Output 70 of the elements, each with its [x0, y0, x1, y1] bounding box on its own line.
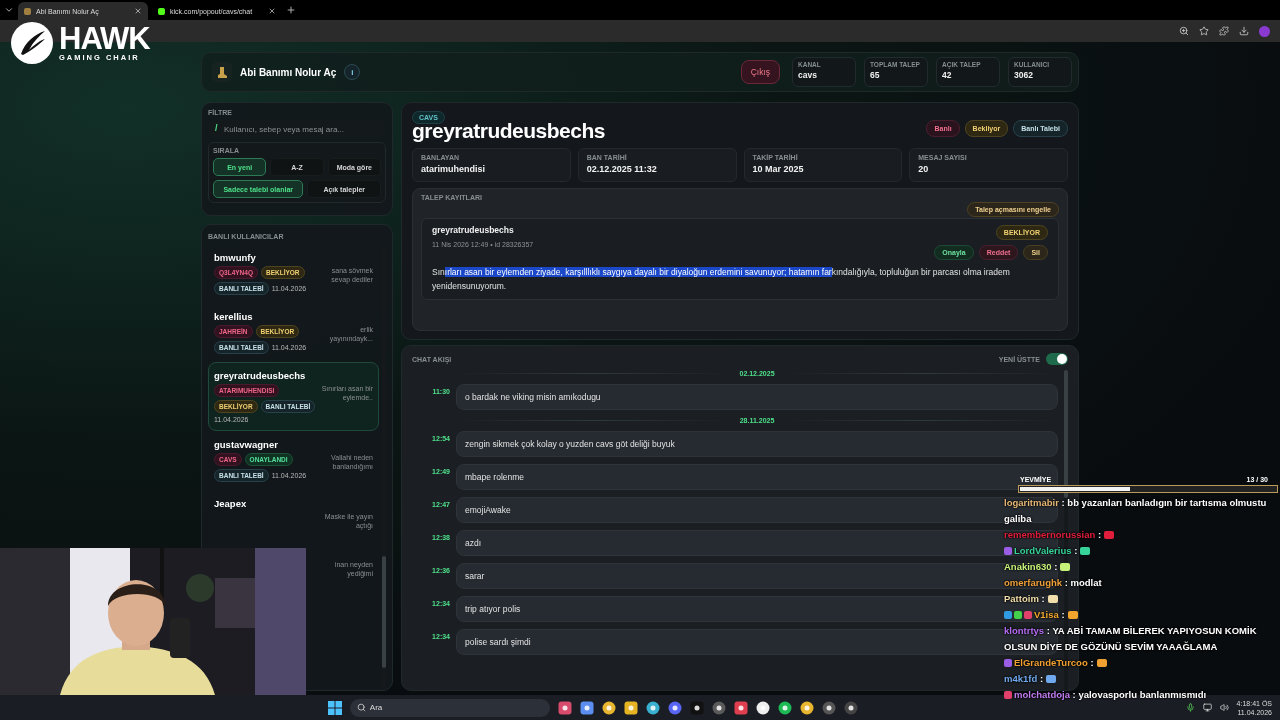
user-name[interactable]: Jeapex [214, 498, 318, 509]
monitor-icon[interactable] [1202, 703, 1212, 712]
stream-chat-message: ElGrandeTurcoo : [1004, 655, 1278, 671]
stream-chat-message: LordValerius : [1004, 543, 1278, 559]
emote-icon [1104, 531, 1115, 539]
photo-app-icon[interactable] [557, 700, 572, 715]
stat-value: 3062 [1014, 70, 1034, 80]
info-value: atarimuhendisi [421, 164, 486, 174]
microphone-icon[interactable] [1185, 703, 1195, 712]
app-icon[interactable] [843, 700, 858, 715]
taskbar-search-field[interactable]: Ara [349, 698, 550, 717]
info-value: 20 [918, 164, 930, 174]
zoom-icon[interactable] [1179, 26, 1189, 36]
app-icon[interactable] [645, 700, 660, 715]
app-icon[interactable] [755, 700, 770, 715]
app-icon[interactable] [689, 700, 704, 715]
request-user: greyratrudeusbechs [432, 225, 515, 235]
stream-chat-message: Pattoim : [1004, 591, 1278, 607]
speaker-icon[interactable] [1219, 703, 1229, 712]
stream-chat-message: remembernorussian : [1004, 527, 1278, 543]
star-icon[interactable] [1199, 26, 1209, 36]
tab-list-icon[interactable] [4, 5, 14, 15]
emote-icon [1046, 675, 1057, 683]
app-icon[interactable] [821, 700, 836, 715]
stat-value: cavs [798, 70, 818, 80]
profile-icon[interactable] [1259, 25, 1270, 37]
app-icon[interactable] [733, 700, 748, 715]
info-button[interactable]: i [344, 64, 361, 80]
search-icon [356, 702, 366, 712]
stream-chat-message: omerfarughk : modlat [1004, 576, 1103, 590]
browser-icon[interactable] [799, 700, 814, 715]
feather-logo-icon [11, 22, 53, 64]
emote-icon [1047, 595, 1058, 603]
info-value: 10 Mar 2025 [752, 164, 805, 174]
search-prefix: / [215, 123, 218, 133]
windows-start-icon[interactable] [327, 700, 342, 715]
user-name[interactable]: bmwunfy [214, 252, 318, 263]
app-title: Abi Banımı Nolur Aç [240, 66, 337, 78]
info-value: 02.12.2025 11:32 [586, 164, 658, 174]
stream-chat-message: logaritmabir : bb yazanları banladıgın bir tartısma olmustu galiba [1004, 496, 1268, 526]
close-icon[interactable] [134, 7, 142, 15]
newest-first-switch[interactable] [1046, 353, 1068, 365]
new-tab-icon[interactable] [286, 5, 296, 15]
chat-app-icon[interactable] [667, 700, 682, 715]
chat-message: zengin sikmek çok kolay o yuzden cavs göt deliği buyuk [456, 431, 1058, 457]
logo-title: HAWK [59, 24, 150, 53]
emote-icon [1096, 659, 1107, 667]
stat-value: 65 [870, 70, 881, 80]
stream-chat-message: m4k1fd : [1004, 671, 1278, 687]
user-name[interactable]: gustavwagner [214, 439, 318, 450]
emote-icon [1067, 611, 1078, 619]
stream-chat-message: klontrtys : YA ABİ TAMAM BİLEREK YAPIYOSUN KOMİK OLSUN DİYE DE GÖZÜNÜ SEVİM YAAAĞLAMA [1004, 624, 1258, 654]
stream-chat-message: V1isa : [1004, 607, 1278, 623]
browser-icon[interactable] [601, 700, 616, 715]
folder-icon[interactable] [623, 700, 638, 715]
stream-chat-message: Anakin630 : [1004, 559, 1278, 575]
download-icon[interactable] [1239, 26, 1249, 36]
emote-icon [1080, 547, 1091, 555]
logout-button[interactable]: Çıkış [740, 60, 780, 84]
chat-message: o bardak ne viking misin amıkodugu [456, 384, 1058, 410]
emote-icon [1060, 563, 1071, 571]
site-icon [158, 7, 165, 15]
user-name[interactable]: kerellius [214, 311, 318, 322]
app-icon[interactable] [711, 700, 726, 715]
user-name[interactable]: greyratrudeusbechs [214, 370, 318, 381]
close-icon[interactable] [268, 7, 276, 15]
music-app-icon[interactable] [777, 700, 792, 715]
app-icon[interactable] [579, 700, 594, 715]
stat-value: 42 [942, 70, 953, 80]
extensions-icon[interactable] [1219, 26, 1229, 36]
